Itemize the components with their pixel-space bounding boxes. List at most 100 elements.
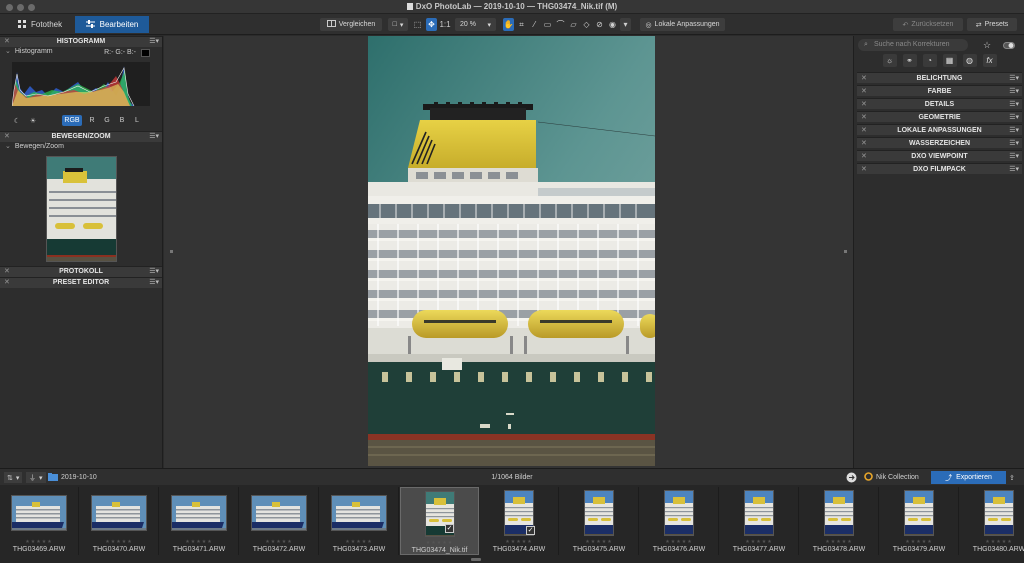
- perspective-tool-icon[interactable]: ⌒: [555, 18, 566, 31]
- fit-to-screen-icon[interactable]: ⬚: [412, 18, 423, 31]
- menu-icon[interactable]: ☰▾: [1009, 73, 1019, 84]
- section-watermark[interactable]: ✕ WASSERZEICHEN ☰▾: [857, 137, 1022, 148]
- compare-button[interactable]: Vergleichen: [320, 18, 382, 31]
- navigator-thumbnail[interactable]: [46, 156, 117, 262]
- left-panel-collapse-handle[interactable]: [170, 250, 173, 253]
- check-icon[interactable]: ✓: [526, 526, 535, 535]
- filmstrip-item[interactable]: ★★★★★ THG03474.ARW ✓: [480, 487, 559, 555]
- menu-icon[interactable]: ☰▾: [1009, 151, 1019, 162]
- rating-stars[interactable]: ★★★★★: [240, 539, 318, 545]
- color-palette-icon[interactable]: ⚭: [902, 54, 917, 67]
- filmstrip-item[interactable]: ★★★★★ THG03474_Nik.tif ✓: [400, 487, 479, 555]
- view-mode-dropdown[interactable]: □ ▾: [388, 18, 408, 31]
- check-icon[interactable]: ✓: [445, 524, 454, 533]
- preview-dropdown[interactable]: ▾: [620, 18, 631, 31]
- hand-tool-icon[interactable]: ✥: [426, 18, 437, 31]
- share-icon[interactable]: ⇪: [1009, 472, 1015, 483]
- move-tool-icon[interactable]: ✋: [503, 18, 514, 31]
- detail-palette-icon[interactable]: ◔: [922, 54, 937, 67]
- rating-stars[interactable]: ★★★★★: [960, 539, 1024, 545]
- local-adjustments-button[interactable]: ◎ Lokale Anpassungen: [640, 18, 725, 31]
- menu-icon[interactable]: ☰▾: [149, 278, 159, 288]
- rating-stars[interactable]: ★★★★★: [480, 539, 558, 545]
- shadow-clipping-icon[interactable]: ☾: [12, 115, 22, 126]
- preview-eye-icon[interactable]: ◉: [607, 18, 618, 31]
- menu-icon[interactable]: ☰▾: [1009, 138, 1019, 149]
- right-panel-collapse-handle[interactable]: [844, 250, 847, 253]
- close-icon[interactable]: ✕: [861, 164, 867, 175]
- channel-rgb-button[interactable]: RGB: [62, 115, 82, 126]
- close-icon[interactable]: ✕: [861, 86, 867, 97]
- rating-stars[interactable]: ★★★★★: [320, 539, 398, 545]
- rating-stars[interactable]: ★★★★★: [401, 540, 478, 546]
- menu-icon[interactable]: ☰▾: [149, 267, 159, 277]
- main-photo[interactable]: [368, 36, 655, 466]
- section-details[interactable]: ✕ DETAILS ☰▾: [857, 98, 1022, 109]
- menu-icon[interactable]: ☰▾: [1009, 86, 1019, 97]
- toggle-icon[interactable]: [1002, 39, 1016, 51]
- tab-customize[interactable]: Bearbeiten: [75, 16, 149, 33]
- zoom-level-dropdown[interactable]: 20 % ▾: [455, 18, 496, 31]
- close-icon[interactable]: ✕: [861, 112, 867, 123]
- filmstrip-item[interactable]: ★★★★★ THG03472.ARW: [240, 487, 319, 555]
- section-geometry[interactable]: ✕ GEOMETRIE ☰▾: [857, 111, 1022, 122]
- close-icon[interactable]: ✕: [861, 125, 867, 136]
- rating-stars[interactable]: ★★★★★: [640, 539, 718, 545]
- star-icon[interactable]: ☆: [980, 39, 994, 51]
- rating-stars[interactable]: ★★★★★: [80, 539, 158, 545]
- menu-icon[interactable]: ☰▾: [1009, 164, 1019, 175]
- repair-tool-icon[interactable]: ◇: [581, 18, 592, 31]
- tab-library[interactable]: Fotothek: [8, 16, 72, 33]
- filmstrip-item[interactable]: ★★★★★ THG03471.ARW: [160, 487, 239, 555]
- rating-stars[interactable]: ★★★★★: [800, 539, 878, 545]
- menu-icon[interactable]: ☰▾: [149, 37, 159, 47]
- menu-icon[interactable]: ☰▾: [1009, 125, 1019, 136]
- rating-stars[interactable]: ★★★★★: [560, 539, 638, 545]
- section-color[interactable]: ✕ FARBE ☰▾: [857, 85, 1022, 96]
- history-section-header[interactable]: ✕ PROTOKOLL ☰▾: [0, 266, 162, 277]
- channel-g-button[interactable]: G: [102, 115, 112, 126]
- compare-toggle-icon[interactable]: [846, 472, 857, 483]
- channel-l-button[interactable]: L: [132, 115, 142, 126]
- nik-collection-button[interactable]: Nik Collection: [864, 472, 919, 483]
- filmstrip-item[interactable]: ★★★★★ THG03469.ARW: [0, 487, 79, 555]
- filmstrip-item[interactable]: ★★★★★ THG03479.ARW: [880, 487, 959, 555]
- crop-tool-icon[interactable]: ⌗: [516, 18, 527, 31]
- effects-palette-icon[interactable]: ◍: [962, 54, 977, 67]
- rating-stars[interactable]: ★★★★★: [880, 539, 958, 545]
- section-dxo-filmpack[interactable]: ✕ DXO FILMPACK ☰▾: [857, 163, 1022, 174]
- light-palette-icon[interactable]: ☼: [882, 54, 897, 67]
- section-local-adjustments[interactable]: ✕ LOKALE ANPASSUNGEN ☰▾: [857, 124, 1022, 135]
- rating-stars[interactable]: ★★★★★: [0, 539, 78, 545]
- menu-icon[interactable]: ☰▾: [149, 132, 159, 142]
- filmstrip-item[interactable]: ★★★★★ THG03470.ARW: [80, 487, 159, 555]
- close-icon[interactable]: ✕: [861, 138, 867, 149]
- close-icon[interactable]: ✕: [4, 267, 10, 277]
- close-icon[interactable]: ✕: [4, 132, 10, 142]
- horizon-tool-icon[interactable]: ▭: [542, 18, 553, 31]
- filmstrip-item[interactable]: ★★★★★ THG03476.ARW: [640, 487, 719, 555]
- red-eye-tool-icon[interactable]: ⊘: [594, 18, 605, 31]
- filmstrip-item[interactable]: ★★★★★ THG03475.ARW: [560, 487, 639, 555]
- presets-button[interactable]: ⇄ Presets: [967, 18, 1017, 31]
- highlight-clipping-icon[interactable]: ☀: [28, 115, 38, 126]
- close-icon[interactable]: ✕: [861, 99, 867, 110]
- reset-button[interactable]: ↶ Zurücksetzen: [893, 18, 963, 31]
- corrections-search-input[interactable]: ⌕ Suche nach Korrekturen: [858, 39, 968, 51]
- export-button[interactable]: ⤴ Exportieren: [931, 471, 1006, 484]
- section-dxo-viewpoint[interactable]: ✕ DXO VIEWPOINT ☰▾: [857, 150, 1022, 161]
- histogram-section-header[interactable]: ✕ HISTOGRAMM ☰▾: [0, 36, 162, 47]
- eyedropper-icon[interactable]: ⁄: [529, 18, 540, 31]
- menu-icon[interactable]: ☰▾: [1009, 99, 1019, 110]
- volume-deformation-icon[interactable]: ▱: [568, 18, 579, 31]
- geometry-palette-icon[interactable]: ▦: [942, 54, 957, 67]
- filmstrip-item[interactable]: ★★★★★ THG03477.ARW: [720, 487, 799, 555]
- channel-b-button[interactable]: B: [117, 115, 127, 126]
- rating-stars[interactable]: ★★★★★: [160, 539, 238, 545]
- close-icon[interactable]: ✕: [4, 37, 10, 47]
- filmstrip-resize-handle[interactable]: [471, 558, 481, 561]
- close-icon[interactable]: ✕: [861, 73, 867, 84]
- close-icon[interactable]: ✕: [4, 278, 10, 288]
- section-exposure[interactable]: ✕ BELICHTUNG ☰▾: [857, 72, 1022, 83]
- move-zoom-section-header[interactable]: ✕ BEWEGEN/ZOOM ☰▾: [0, 131, 162, 142]
